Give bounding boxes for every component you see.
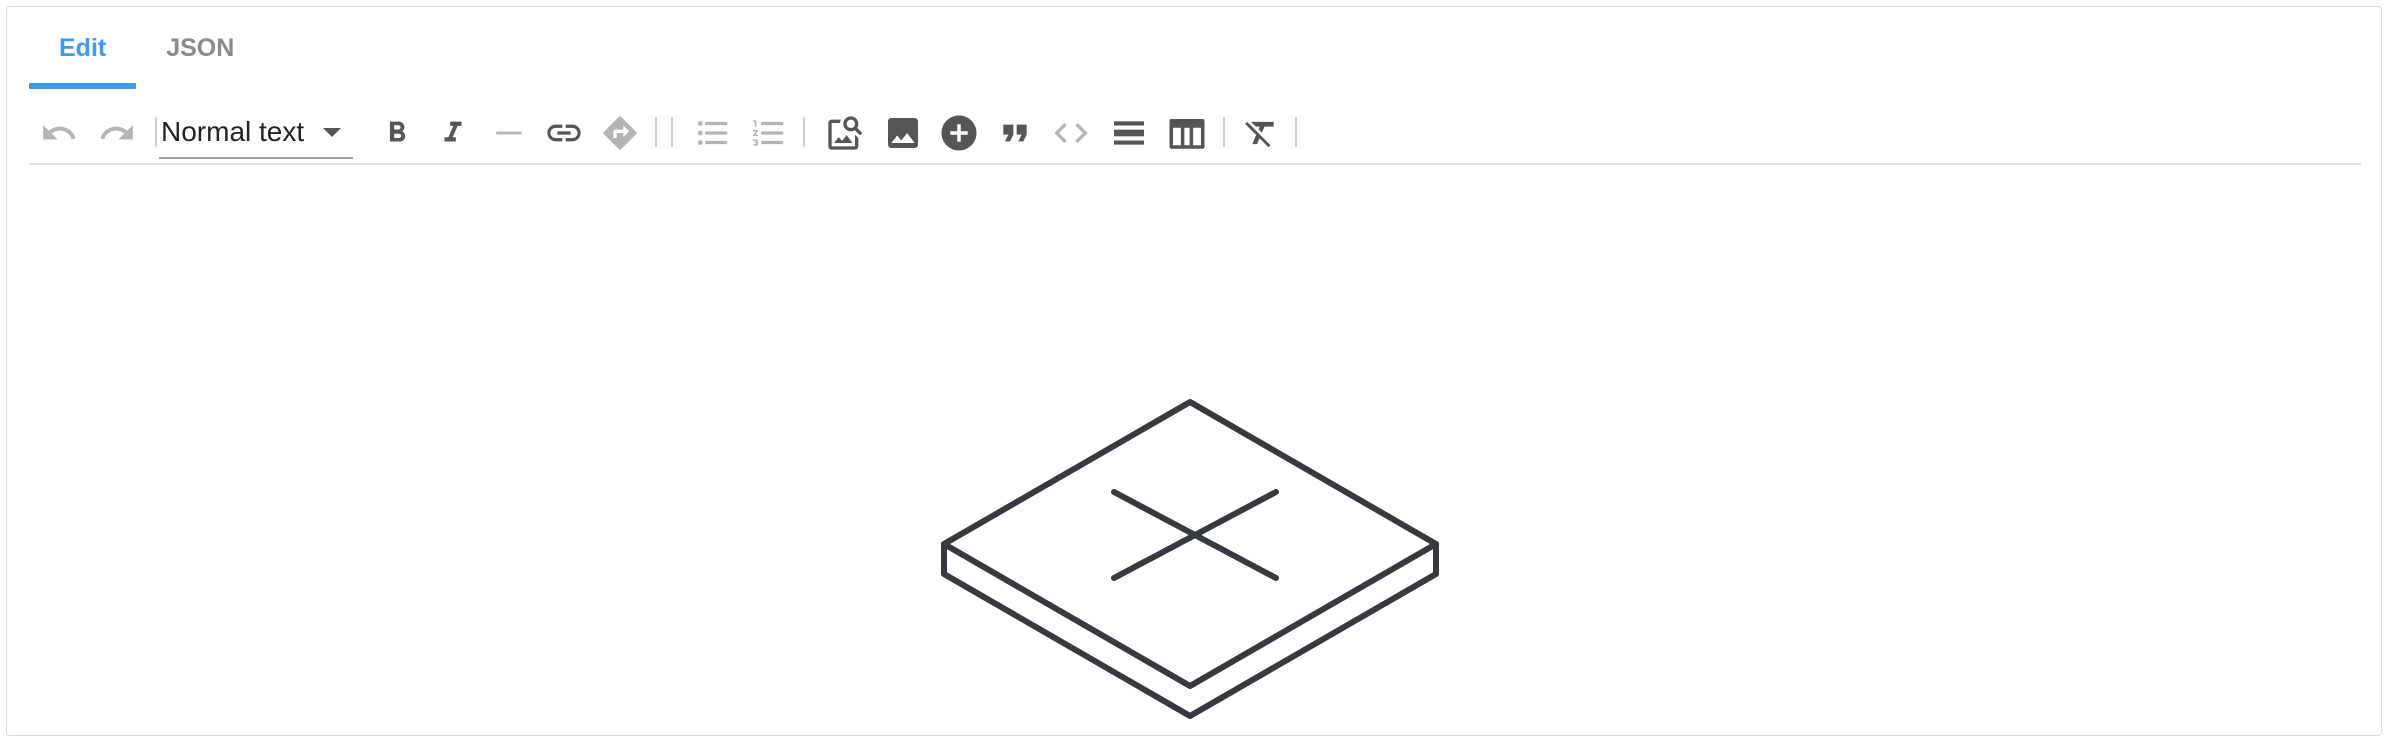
undo-button[interactable]	[39, 109, 79, 157]
code-button[interactable]	[1047, 109, 1095, 157]
bold-button[interactable]	[377, 109, 417, 157]
redo-button[interactable]	[97, 109, 137, 157]
toolbar-separator	[155, 117, 157, 147]
numbered-list-icon	[753, 120, 784, 146]
link-icon	[547, 124, 581, 142]
numbered-list-button[interactable]	[747, 109, 791, 157]
tab-edit[interactable]: Edit	[29, 7, 137, 89]
block-type-value: Normal text	[161, 116, 305, 147]
horizontal-rule-icon	[1114, 121, 1144, 145]
bullet-list-button[interactable]	[691, 109, 735, 157]
toolbar-separator	[1295, 117, 1297, 147]
empty-state-illustration	[941, 399, 1439, 719]
link-button[interactable]	[539, 109, 589, 157]
insert-block-button[interactable]	[935, 109, 983, 157]
table-icon	[1169, 119, 1205, 149]
strikethrough-icon	[496, 131, 522, 135]
strikethrough-button[interactable]	[489, 109, 529, 157]
tab-bar: Edit JSON	[29, 7, 264, 89]
add-circle-icon	[941, 115, 977, 151]
image-search-button[interactable]	[821, 109, 869, 157]
block-type-select[interactable]: Normal text	[159, 107, 353, 159]
chevron-down-icon	[323, 128, 341, 137]
bullet-list-icon	[697, 121, 728, 145]
horizontal-rule-button[interactable]	[1105, 109, 1153, 157]
italic-button[interactable]	[433, 109, 473, 157]
toolbar-separator	[671, 117, 673, 147]
undo-icon	[43, 125, 76, 140]
quote-button[interactable]	[991, 109, 1039, 157]
bold-icon	[389, 121, 406, 142]
clear-format-button[interactable]	[1237, 109, 1285, 157]
code-icon	[1054, 123, 1088, 143]
italic-icon	[444, 121, 462, 142]
anchor-icon	[603, 116, 637, 150]
table-button[interactable]	[1163, 109, 1211, 157]
image-button[interactable]	[879, 109, 927, 157]
editor-toolbar: Normal text	[29, 101, 2361, 165]
clear-format-icon	[1245, 121, 1274, 148]
image-search-icon	[828, 116, 863, 150]
toolbar-separator	[803, 117, 805, 147]
tab-json-label: JSON	[166, 33, 235, 62]
tab-edit-label: Edit	[59, 33, 107, 62]
tab-json[interactable]: JSON	[136, 7, 264, 89]
image-icon	[888, 118, 918, 148]
quote-icon	[1003, 124, 1027, 142]
anchor-button[interactable]	[595, 109, 645, 157]
toolbar-separator	[655, 117, 657, 147]
redo-icon	[100, 125, 133, 140]
toolbar-separator	[1223, 117, 1225, 147]
